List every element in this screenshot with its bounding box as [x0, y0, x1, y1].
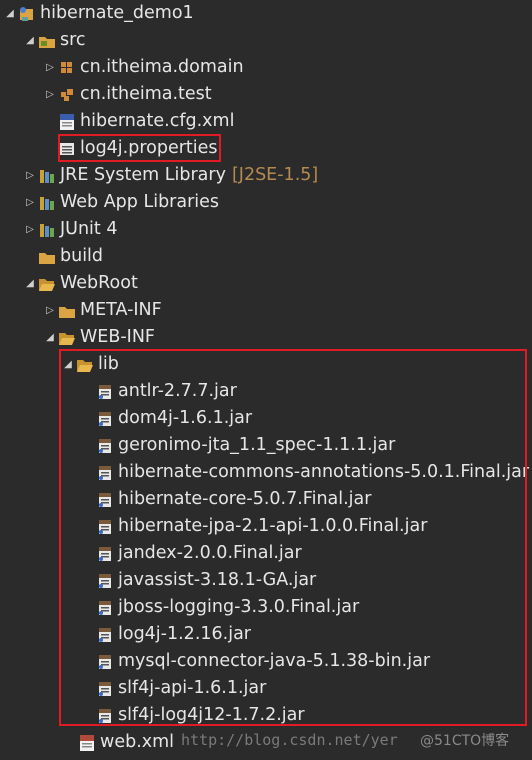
tree-item-file[interactable]: hibernate.cfg.xml	[58, 108, 234, 135]
tree-item-package[interactable]: ▷ cn.itheima.domain	[42, 54, 244, 81]
tree-item-library[interactable]: ▷ Web App Libraries	[22, 189, 219, 216]
library-icon	[38, 167, 56, 185]
jre-version-decoration: [J2SE-1.5]	[231, 165, 319, 185]
tree-item-library[interactable]: ▷ JRE System Library [J2SE-1.5]	[22, 162, 318, 189]
expanded-arrow-icon[interactable]: ◢	[2, 0, 18, 27]
tree-item-src[interactable]: ◢ src	[22, 27, 86, 54]
folder-icon	[58, 302, 76, 320]
watermark-site: @51CTO博客	[420, 733, 510, 749]
collapsed-arrow-icon[interactable]: ▷	[42, 54, 58, 81]
tree-item-folder[interactable]: ▷ META-INF	[42, 297, 162, 324]
xml-file-icon	[58, 113, 76, 131]
tree-item-label: src	[60, 30, 86, 50]
expanded-arrow-icon[interactable]: ◢	[22, 27, 38, 54]
tree-item-label: JUnit 4	[60, 219, 118, 239]
highlight-box-log4j	[58, 134, 221, 162]
collapsed-arrow-icon[interactable]: ▷	[42, 297, 58, 324]
tree-item-label: cn.itheima.domain	[80, 57, 244, 77]
expanded-arrow-icon[interactable]: ◢	[22, 270, 38, 297]
collapsed-arrow-icon[interactable]: ▷	[42, 81, 58, 108]
tree-item-library[interactable]: ▷ JUnit 4	[22, 216, 117, 243]
library-icon	[38, 221, 56, 239]
collapsed-arrow-icon[interactable]: ▷	[22, 162, 38, 189]
tree-item-label: hibernate_demo1	[40, 3, 194, 23]
tree-item-label: hibernate.cfg.xml	[80, 111, 235, 131]
collapsed-arrow-icon[interactable]: ▷	[22, 216, 38, 243]
tree-item-project[interactable]: ◢ hibernate_demo1	[2, 0, 194, 27]
tree-item-label: META-INF	[80, 300, 162, 320]
tree-item-label: WEB-INF	[80, 327, 155, 347]
tree-item-file[interactable]: web.xml	[78, 729, 174, 756]
tree-item-label: Web App Libraries	[60, 192, 220, 212]
tree-item-package[interactable]: ▷ cn.itheima.test	[42, 81, 212, 108]
highlight-box-lib	[59, 349, 527, 726]
project-icon	[18, 5, 36, 23]
tree-item-folder[interactable]: build	[38, 243, 103, 270]
tree-item-label: WebRoot	[60, 273, 138, 293]
tree-item-label: JRE System Library	[60, 165, 226, 185]
tree-item-folder[interactable]: ◢ WebRoot	[22, 270, 138, 297]
collapsed-arrow-icon[interactable]: ▷	[22, 189, 38, 216]
package-icon	[58, 59, 76, 77]
package-icon	[58, 86, 76, 104]
tree-item-label: build	[60, 246, 104, 266]
tree-item-label: web.xml	[100, 732, 175, 752]
expanded-arrow-icon[interactable]: ◢	[42, 324, 58, 351]
open-folder-icon	[38, 275, 56, 293]
xml-file-icon	[78, 734, 96, 752]
tree-item-label: cn.itheima.test	[80, 84, 212, 104]
watermark-url: http://blog.csdn.net/yer	[181, 731, 398, 749]
folder-icon	[38, 248, 56, 266]
open-folder-icon	[58, 329, 76, 347]
source-folder-icon	[38, 32, 56, 50]
tree-item-folder[interactable]: ◢ WEB-INF	[42, 324, 155, 351]
library-icon	[38, 194, 56, 212]
